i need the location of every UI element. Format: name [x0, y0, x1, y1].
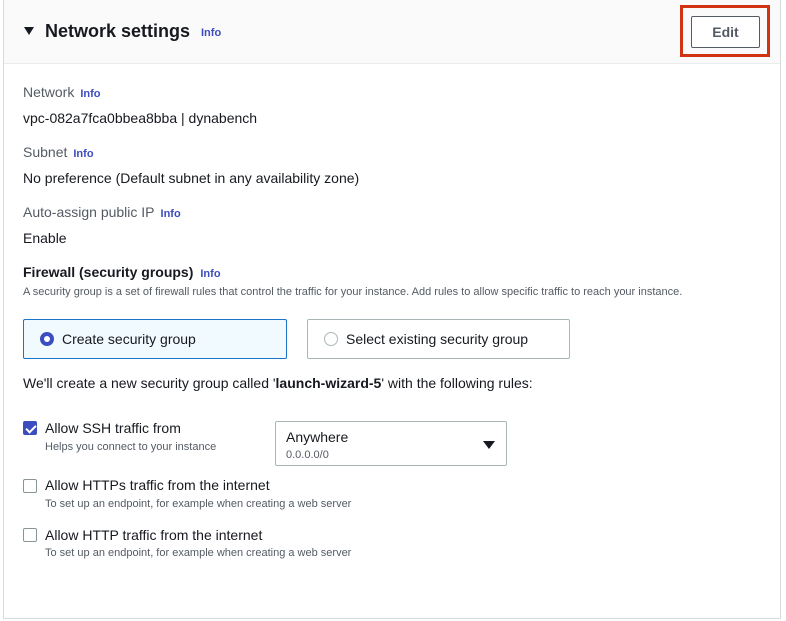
firewall-title: Firewall (security groups) [23, 264, 194, 280]
select-existing-security-group-label: Select existing security group [346, 331, 529, 347]
panel-header: Network settings Info [4, 0, 780, 64]
ssh-source-cidr: 0.0.0.0/0 [286, 449, 329, 461]
network-label: Network [23, 84, 75, 100]
public-ip-label: Auto-assign public IP [23, 204, 155, 220]
create-security-group-radio[interactable] [40, 332, 54, 346]
section-title: Network settings [45, 21, 191, 41]
select-existing-security-group-radio[interactable] [324, 332, 338, 346]
allow-https-checkbox[interactable] [23, 479, 37, 493]
network-info-link[interactable]: Info [80, 88, 100, 100]
security-group-name: launch-wizard-5 [275, 375, 382, 391]
create-security-group-label: Create security group [62, 331, 196, 347]
network-value: vpc-082a7fca0bbea8bba | dynabench [23, 110, 258, 126]
section-info-link[interactable]: Info [201, 27, 221, 39]
create-security-group-text: We'll create a new security group called… [23, 375, 533, 391]
public-ip-info-link[interactable]: Info [161, 208, 181, 220]
allow-http-description: To set up an endpoint, for example when … [45, 547, 352, 559]
ssh-source-value: Anywhere [286, 429, 349, 445]
allow-http-checkbox[interactable] [23, 528, 37, 542]
edit-button[interactable]: Edit [691, 16, 760, 48]
create-text-prefix: We'll create a new security group called… [23, 375, 276, 391]
caret-down-icon [483, 441, 495, 449]
public-ip-value: Enable [23, 230, 67, 246]
subnet-label: Subnet [23, 144, 68, 160]
create-text-suffix: ' with the following rules: [381, 375, 533, 391]
public-ip-label-row: Auto-assign public IP Info [23, 204, 181, 220]
network-label-row: Network Info [23, 84, 101, 100]
allow-http-label[interactable]: Allow HTTP traffic from the internet [45, 527, 262, 543]
ssh-source-select[interactable]: Anywhere 0.0.0.0/0 [275, 421, 507, 466]
select-existing-security-group-tile[interactable]: Select existing security group [307, 319, 570, 359]
allow-ssh-description: Helps you connect to your instance [45, 441, 217, 453]
allow-https-label[interactable]: Allow HTTPs traffic from the internet [45, 477, 270, 493]
firewall-description: A security group is a set of firewall ru… [23, 286, 683, 298]
subnet-info-link[interactable]: Info [73, 148, 93, 160]
firewall-title-row: Firewall (security groups) Info [23, 264, 221, 280]
firewall-info-link[interactable]: Info [200, 268, 220, 280]
create-security-group-tile[interactable]: Create security group [23, 319, 287, 359]
subnet-value: No preference (Default subnet in any ava… [23, 170, 360, 186]
allow-https-description: To set up an endpoint, for example when … [45, 498, 352, 510]
allow-ssh-label[interactable]: Allow SSH traffic from [45, 420, 181, 436]
caret-down-icon[interactable] [24, 27, 34, 35]
allow-ssh-checkbox[interactable] [23, 421, 37, 435]
subnet-label-row: Subnet Info [23, 144, 94, 160]
